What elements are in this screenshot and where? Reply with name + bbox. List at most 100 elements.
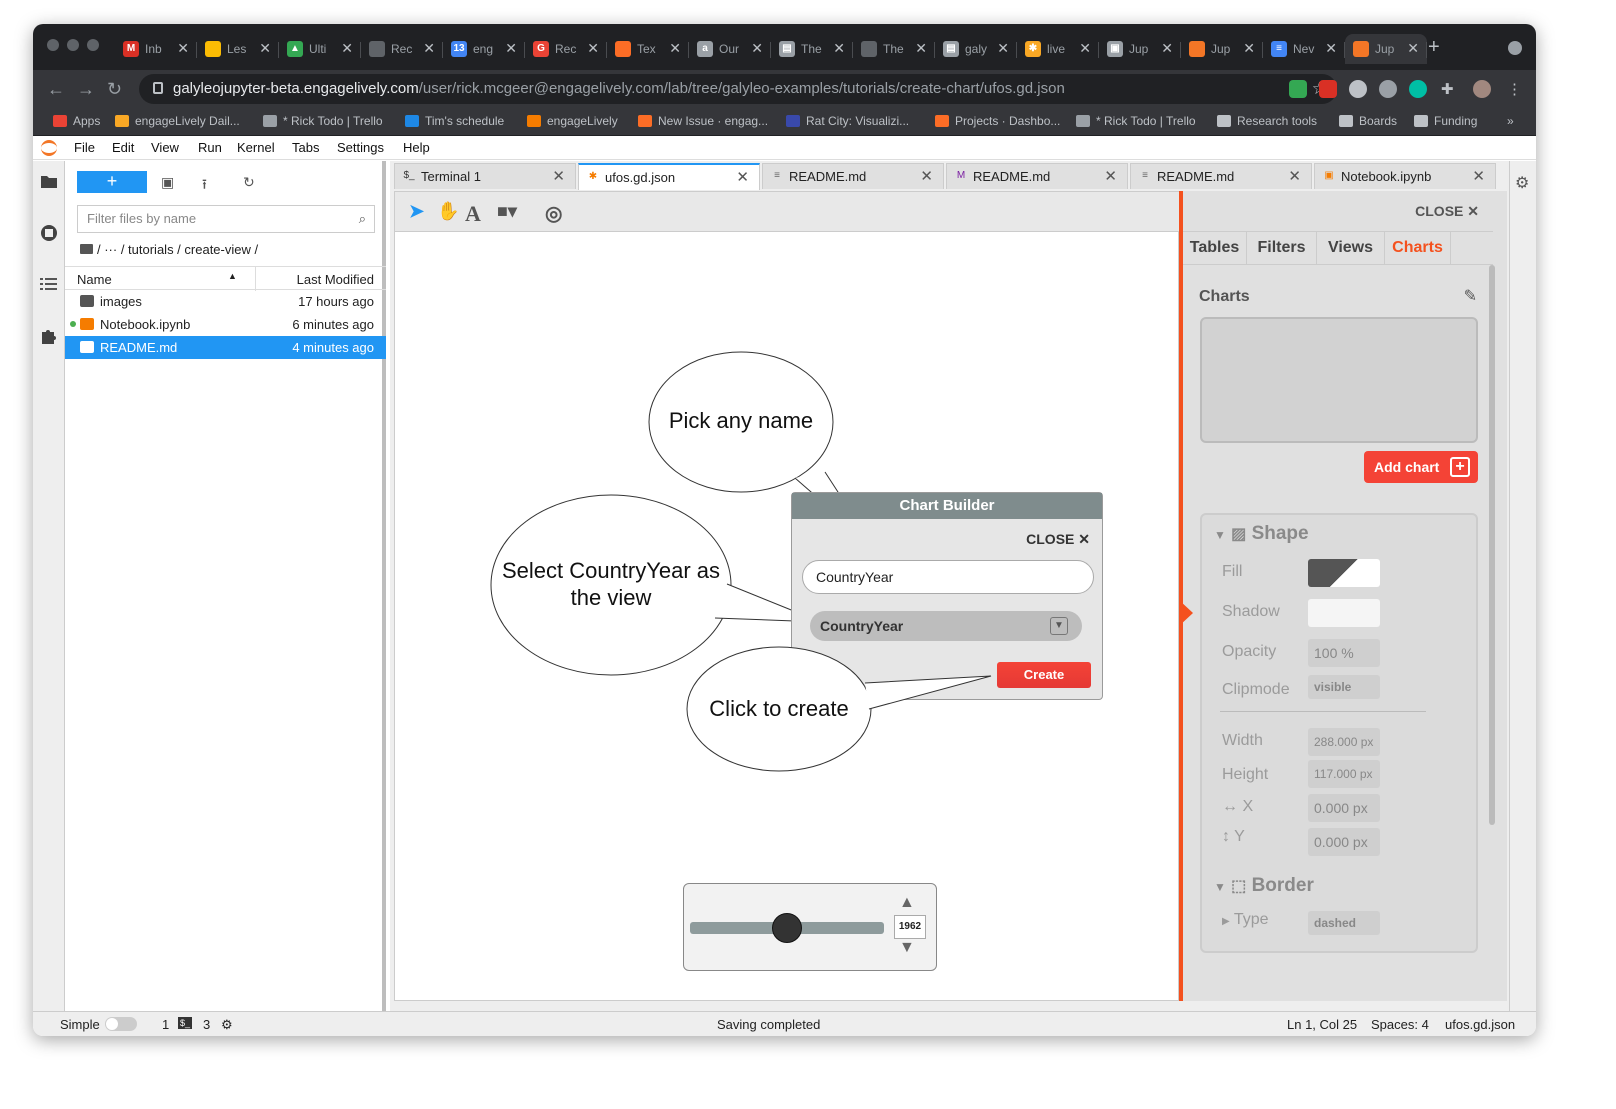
home-folder-icon[interactable] xyxy=(80,244,93,254)
close-icon[interactable]: ✕ xyxy=(552,167,565,185)
close-icon[interactable]: ✕ xyxy=(920,167,933,185)
tab-close-icon[interactable]: ✕ xyxy=(751,40,763,57)
tab-close-icon[interactable]: ✕ xyxy=(833,40,845,57)
tab-search-icon[interactable] xyxy=(1508,41,1522,55)
extension-u-icon[interactable] xyxy=(1379,80,1397,98)
panel-tab-tables[interactable]: Tables xyxy=(1183,232,1247,264)
browser-tab[interactable]: Jup ✕ xyxy=(1345,34,1427,64)
tab-close-icon[interactable]: ✕ xyxy=(177,40,189,57)
slider-value[interactable]: 1962 xyxy=(894,915,926,939)
close-icon[interactable]: ✕ xyxy=(736,168,749,186)
bookmark-item[interactable]: New Issue · engag... xyxy=(638,114,768,128)
clipmode-select[interactable]: visible xyxy=(1308,675,1380,699)
tab-close-icon[interactable]: ✕ xyxy=(915,40,927,57)
tab-close-icon[interactable]: ✕ xyxy=(997,40,1009,57)
bookmark-item[interactable]: Funding xyxy=(1414,114,1477,128)
y-input[interactable]: 0.000 px xyxy=(1308,828,1380,856)
browser-tab[interactable]: a Our ✕ xyxy=(689,34,771,64)
tab-close-icon[interactable]: ✕ xyxy=(587,40,599,57)
breadcrumb[interactable]: / ··· / tutorials / create-view / xyxy=(80,242,258,257)
extension-m-icon[interactable] xyxy=(1409,80,1427,98)
tab-close-icon[interactable]: ✕ xyxy=(1325,40,1337,57)
browser-tab[interactable]: Rec ✕ xyxy=(361,34,443,64)
increment-arrow-icon[interactable]: ▲ xyxy=(899,894,915,912)
terminal-count[interactable]: 3 xyxy=(203,1017,210,1032)
tab-close-icon[interactable]: ✕ xyxy=(1407,40,1419,57)
add-chart-button[interactable]: Add chart + xyxy=(1364,451,1478,483)
window-zoom-dot[interactable] xyxy=(87,39,99,51)
upload-icon[interactable]: ⭱ xyxy=(202,174,207,198)
panel-tab-views[interactable]: Views xyxy=(1317,232,1385,264)
bookmark-item[interactable]: Rat City: Visualizi... xyxy=(786,114,909,128)
back-icon[interactable]: ← xyxy=(47,79,65,100)
tab-close-icon[interactable]: ✕ xyxy=(669,40,681,57)
menu-file[interactable]: File xyxy=(74,140,95,155)
menu-tabs[interactable]: Tabs xyxy=(292,140,319,155)
browser-tab[interactable]: G Rec ✕ xyxy=(525,34,607,64)
document-tab[interactable]: ▣ Notebook.ipynb ✕ xyxy=(1314,163,1496,189)
tab-close-icon[interactable]: ✕ xyxy=(505,40,517,57)
browser-tab[interactable]: Tex ✕ xyxy=(607,34,689,64)
browser-tab[interactable]: ▤ galy ✕ xyxy=(935,34,1017,64)
browser-tab[interactable]: Jup ✕ xyxy=(1181,34,1263,64)
address-bar[interactable]: galyleojupyter-beta.engagelively.com/use… xyxy=(139,74,1337,104)
close-icon[interactable]: ✕ xyxy=(1472,167,1485,185)
decrement-arrow-icon[interactable]: ▼ xyxy=(899,939,915,957)
document-tab[interactable]: ✱ ufos.gd.json ✕ xyxy=(578,163,760,190)
profile-avatar[interactable] xyxy=(1473,80,1491,98)
slider-knob[interactable] xyxy=(772,913,802,943)
bookmark-item[interactable]: Research tools xyxy=(1217,114,1317,128)
calendar-extension-icon[interactable] xyxy=(1319,80,1337,98)
folder-icon[interactable] xyxy=(40,173,58,191)
bookmark-item[interactable]: Projects · Dashbo... xyxy=(935,114,1060,128)
window-minimize-dot[interactable] xyxy=(67,39,79,51)
browser-tab[interactable]: 13 eng ✕ xyxy=(443,34,525,64)
running-sessions-icon[interactable] xyxy=(40,224,58,242)
browser-tab[interactable]: ▤ The ✕ xyxy=(771,34,853,64)
indent-spaces[interactable]: Spaces: 4 xyxy=(1371,1017,1429,1032)
new-folder-icon[interactable]: ▣ xyxy=(161,174,174,191)
fill-color-picker[interactable] xyxy=(1308,559,1380,587)
browser-menu-icon[interactable]: ⋮ xyxy=(1507,80,1525,98)
edit-icon[interactable]: ✎ xyxy=(1464,286,1477,306)
document-tab[interactable]: ≡ README.md ✕ xyxy=(1130,163,1312,189)
menu-edit[interactable]: Edit xyxy=(112,140,134,155)
close-icon[interactable]: ✕ xyxy=(1104,167,1117,185)
drive-extension-icon[interactable] xyxy=(1289,80,1307,98)
panel-tab-charts[interactable]: Charts xyxy=(1385,232,1451,264)
extension-circle-icon[interactable] xyxy=(1349,80,1367,98)
shadow-picker[interactable] xyxy=(1308,599,1380,627)
column-last-modified[interactable]: Last Modified xyxy=(297,272,374,287)
document-tab[interactable]: M README.md ✕ xyxy=(946,163,1128,189)
menu-view[interactable]: View xyxy=(151,140,179,155)
document-tab[interactable]: $_ Terminal 1 ✕ xyxy=(394,163,576,189)
menu-help[interactable]: Help xyxy=(403,140,430,155)
browser-tab[interactable]: ▣ Jup ✕ xyxy=(1099,34,1181,64)
bookmark-item[interactable]: Apps xyxy=(53,114,100,128)
browser-tab[interactable]: ▲ Ulti ✕ xyxy=(279,34,361,64)
menu-settings[interactable]: Settings xyxy=(337,140,384,155)
border-section-header[interactable]: ▼ ⬚ Border xyxy=(1214,875,1314,897)
column-name[interactable]: Name xyxy=(77,272,112,287)
bookmark-item[interactable]: * Rick Todo | Trello xyxy=(263,114,383,128)
panel-close-button[interactable]: CLOSE ✕ xyxy=(1415,203,1479,220)
breadcrumb-path[interactable]: / ··· / tutorials / create-view / xyxy=(97,242,258,257)
tab-close-icon[interactable]: ✕ xyxy=(423,40,435,57)
cursor-position[interactable]: Ln 1, Col 25 xyxy=(1287,1017,1357,1032)
property-inspector-gear-icon[interactable]: ⚙ xyxy=(1515,173,1529,193)
browser-tab[interactable]: ✱ live ✕ xyxy=(1017,34,1099,64)
extension-manager-icon[interactable] xyxy=(40,327,58,345)
bookmark-item[interactable]: engageLively xyxy=(527,114,618,128)
tab-close-icon[interactable]: ✕ xyxy=(1079,40,1091,57)
simple-mode-toggle[interactable] xyxy=(105,1017,137,1031)
filter-files-input[interactable]: Filter files by name ⌕ xyxy=(77,205,375,233)
window-close-dot[interactable] xyxy=(47,39,59,51)
file-row[interactable]: images 17 hours ago xyxy=(65,290,386,313)
opacity-input[interactable]: 100 % xyxy=(1308,639,1380,667)
shape-section-header[interactable]: ▼ ▨ Shape xyxy=(1214,523,1309,545)
sort-caret-icon[interactable]: ▲ xyxy=(228,271,237,281)
table-of-contents-icon[interactable] xyxy=(40,276,58,294)
refresh-icon[interactable]: ↻ xyxy=(243,174,255,191)
panel-tab-filters[interactable]: Filters xyxy=(1247,232,1317,264)
bookmarks-overflow-icon[interactable]: » xyxy=(1507,114,1514,128)
